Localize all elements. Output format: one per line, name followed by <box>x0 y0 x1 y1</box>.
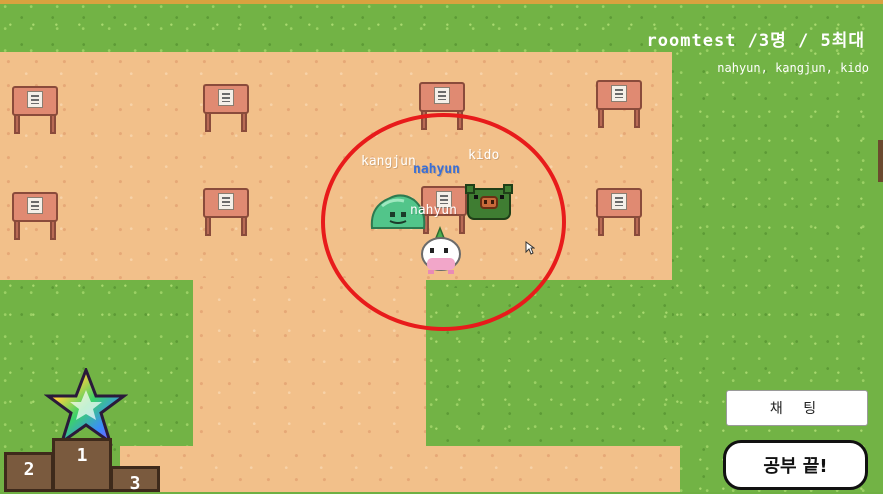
leaderboard-podium[interactable]: 2 1 3 <box>4 368 164 494</box>
room-info: roomtest /3명 / 5최대 <box>646 31 865 51</box>
highlight-circle <box>321 113 566 331</box>
podium-third: 3 <box>110 466 160 494</box>
scroll-indicator[interactable] <box>878 140 883 182</box>
podium-second: 2 <box>4 452 54 492</box>
desk[interactable] <box>12 192 58 242</box>
chat-button[interactable]: 채 팅 <box>726 390 868 426</box>
top-border <box>0 0 883 4</box>
desk[interactable] <box>203 188 249 238</box>
podium-first: 1 <box>52 438 112 492</box>
mouse-cursor-icon <box>525 241 535 255</box>
end-study-button[interactable]: 공부 끝! <box>723 440 868 490</box>
desk[interactable] <box>12 86 58 136</box>
rainbow-star-icon <box>44 368 128 446</box>
desk[interactable] <box>596 80 642 130</box>
bottom-path <box>120 446 680 492</box>
user-list: nahyun, kangjun, kido <box>717 61 869 75</box>
desk[interactable] <box>203 84 249 134</box>
desk[interactable] <box>596 188 642 238</box>
